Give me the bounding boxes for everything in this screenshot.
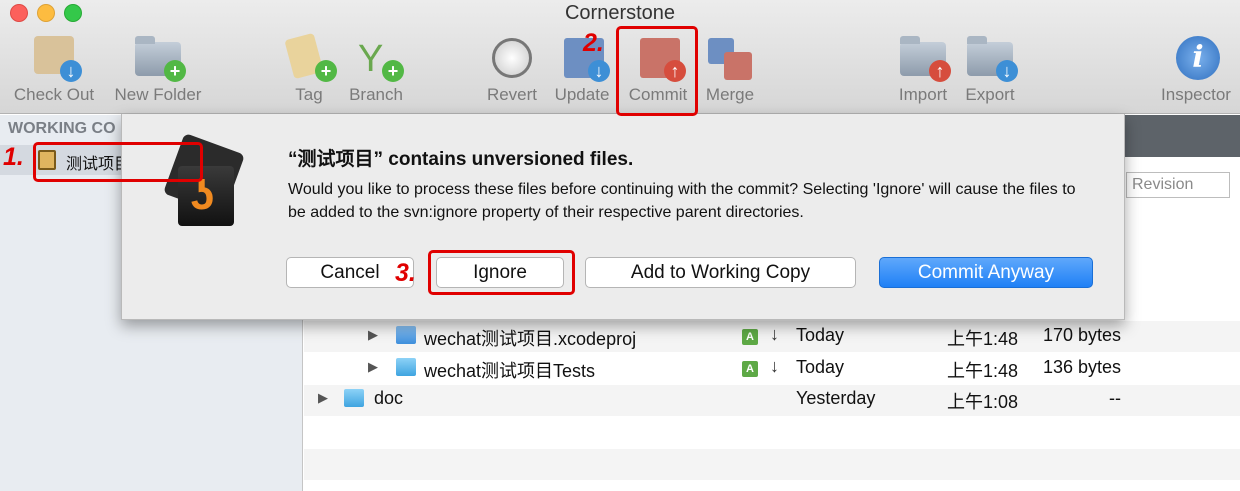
check-out-icon: ↓ xyxy=(26,30,82,84)
inspector-button[interactable]: i Inspector xyxy=(1146,30,1240,105)
file-name: wechat测试项目Tests xyxy=(424,361,596,381)
file-date: Today xyxy=(796,325,845,345)
sidebar-header: WORKING CO xyxy=(8,120,116,137)
down-arrow-icon: ↓ xyxy=(770,324,779,344)
stripe xyxy=(304,449,1240,480)
branch-button[interactable]: Y + Branch xyxy=(326,30,426,105)
step-3-highlight xyxy=(428,250,575,295)
unversioned-files-dialog: ʖ “测试项目” contains unversioned files. Wou… xyxy=(121,114,1125,320)
step-2-label: 2. xyxy=(583,29,604,57)
merge-icon xyxy=(702,30,758,84)
step-3-label: 3. xyxy=(395,259,416,287)
file-time: 上午1:48 xyxy=(947,361,1019,381)
step-1-highlight xyxy=(33,142,203,182)
step-2-highlight xyxy=(616,26,698,116)
table-row[interactable]: ▶ wechat测试项目.xcodeproj A ↓ Today 上午1:48 … xyxy=(304,320,1240,351)
new-folder-button[interactable]: + New Folder xyxy=(108,30,208,105)
add-to-working-copy-button[interactable]: Add to Working Copy xyxy=(585,257,856,288)
added-status-icon: A xyxy=(742,361,758,377)
added-status-icon: A xyxy=(742,329,758,345)
disclosure-triangle-icon[interactable]: ▶ xyxy=(318,390,328,406)
file-size: 170 bytes xyxy=(1042,325,1121,345)
file-size: -- xyxy=(1109,388,1121,408)
revision-field[interactable]: Revision xyxy=(1126,172,1230,198)
file-date: Today xyxy=(796,357,845,377)
new-folder-icon: + xyxy=(130,30,186,84)
file-time: 上午1:48 xyxy=(947,329,1019,349)
file-name: doc xyxy=(374,388,404,408)
export-icon: ↓ xyxy=(962,30,1018,84)
file-name: wechat测试项目.xcodeproj xyxy=(424,329,637,349)
dialog-message: Would you like to process these files be… xyxy=(288,181,1076,221)
file-size: 136 bytes xyxy=(1042,357,1121,377)
window-title: Cornerstone xyxy=(564,2,676,24)
export-button[interactable]: ↓ Export xyxy=(940,30,1040,105)
branch-icon: Y + xyxy=(348,30,404,84)
disclosure-triangle-icon[interactable]: ▶ xyxy=(368,327,378,343)
disclosure-triangle-icon[interactable]: ▶ xyxy=(368,359,378,375)
check-out-button[interactable]: ↓ Check Out xyxy=(4,30,104,105)
xcodeproj-icon xyxy=(396,326,416,344)
folder-icon xyxy=(344,389,364,407)
step-1-label: 1. xyxy=(3,143,24,171)
table-row[interactable]: ▶ doc Yesterday 上午1:08 -- xyxy=(304,383,1240,414)
commit-anyway-button[interactable]: Commit Anyway xyxy=(879,257,1093,288)
file-time: 上午1:08 xyxy=(947,392,1019,412)
table-row[interactable]: ▶ wechat测试项目Tests A ↓ Today 上午1:48 136 b… xyxy=(304,352,1240,383)
down-arrow-icon: ↓ xyxy=(770,356,779,376)
folder-icon xyxy=(396,358,416,376)
file-date: Yesterday xyxy=(796,388,876,408)
info-icon: i xyxy=(1168,30,1224,84)
dialog-title: “测试项目” contains unversioned files. xyxy=(288,149,634,170)
